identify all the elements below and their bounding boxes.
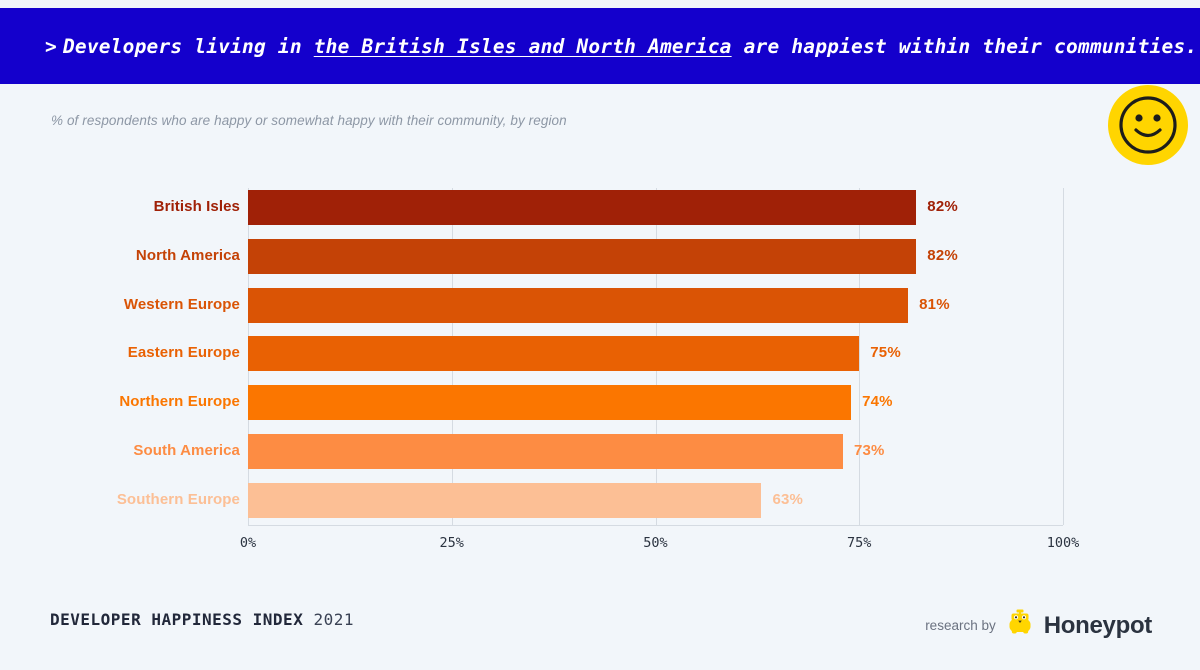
smiley-face-icon (1108, 85, 1188, 165)
chart-subtitle: % of respondents who are happy or somewh… (51, 113, 567, 128)
bar-row[interactable]: 81% (248, 287, 1063, 323)
credit-label: research by (925, 618, 996, 633)
headline-text-before: Developers living in (62, 34, 302, 58)
x-tick-label: 50% (643, 535, 668, 551)
bar-row[interactable]: 82% (248, 238, 1063, 274)
category-label: Southern Europe (116, 490, 240, 508)
plot-area: 82% 82% 81% 75% 74% 73% 63% (248, 188, 1064, 525)
bar[interactable] (248, 434, 843, 469)
bar-value-label: 63% (772, 490, 804, 508)
category-label: South America (133, 442, 240, 459)
x-axis-line (248, 525, 1063, 526)
brand-name: Honeypot (1043, 611, 1153, 639)
headline-text-after: are happiest within their communities. (743, 34, 1198, 58)
headline-highlight: the British Isles and North America (313, 34, 732, 58)
footer-credit: research by Honeypot (925, 608, 1152, 643)
bar-row[interactable]: 82% (248, 190, 1063, 225)
category-label: British Isles (153, 198, 240, 215)
x-tick-label: 0% (239, 535, 257, 551)
category-label: Western Europe (123, 295, 240, 313)
category-label: Northern Europe (119, 393, 240, 411)
footer-title-strong: DEVELOPER HAPPINESS INDEX (50, 610, 304, 629)
category-axis-labels: British Isles North America Western Europe… (8, 188, 240, 525)
x-tick-label: 100% (1046, 535, 1080, 551)
bar[interactable] (248, 385, 852, 421)
page-title: > Developers living in the British Isles … (45, 35, 1197, 58)
gridline (1063, 188, 1064, 525)
bar-row[interactable]: 75% (248, 336, 1063, 372)
footer-title: DEVELOPER HAPPINESS INDEX 2021 (50, 610, 354, 629)
footer: DEVELOPER HAPPINESS INDEX 2021 research … (0, 590, 1200, 670)
honeypot-bear-icon (1005, 608, 1035, 643)
bar-value-label: 81% (919, 295, 950, 313)
footer-title-year: 2021 (313, 610, 354, 629)
bar[interactable] (248, 238, 917, 274)
bar[interactable] (248, 336, 860, 372)
header-banner: > Developers living in the British Isles … (0, 8, 1200, 84)
bar-row[interactable]: 74% (248, 385, 1063, 421)
bar-value-label: 82% (927, 198, 958, 215)
x-tick-label: 25% (439, 535, 464, 551)
headline-prefix: > (45, 34, 57, 58)
category-label: North America (135, 246, 240, 264)
bar-value-label: 73% (853, 442, 885, 459)
x-tick-label: 75% (847, 535, 872, 551)
bar-chart: British Isles North America Western Europe… (0, 178, 1200, 568)
bar-value-label: 75% (870, 344, 901, 362)
category-label: Eastern Europe (127, 344, 240, 362)
bar-row[interactable]: 73% (248, 434, 1063, 469)
bar-row[interactable]: 63% (248, 482, 1063, 518)
bar[interactable] (248, 190, 917, 225)
bar[interactable] (248, 482, 762, 518)
bar-value-label: 82% (927, 246, 958, 264)
bar[interactable] (248, 287, 909, 323)
bar-value-label: 74% (862, 393, 893, 411)
